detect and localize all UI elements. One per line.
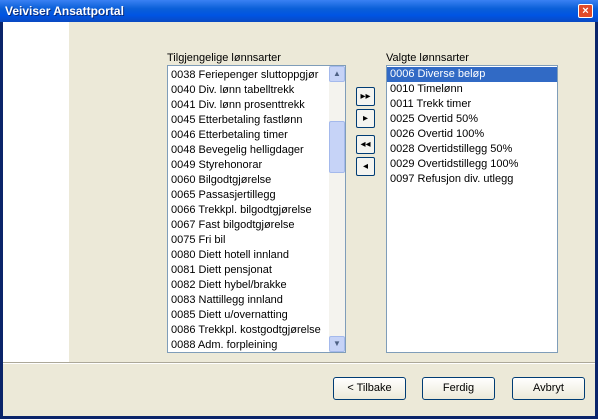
available-list-item[interactable]: 0085 Diett u/overnatting bbox=[168, 308, 345, 323]
available-list-item[interactable]: 0046 Etterbetaling timer bbox=[168, 128, 345, 143]
selected-list-item[interactable]: 0028 Overtidstillegg 50% bbox=[387, 142, 557, 157]
back-button[interactable]: < Tilbake bbox=[333, 377, 406, 400]
scroll-up-arrow-icon[interactable]: ▲ bbox=[329, 66, 345, 82]
available-list-label: Tilgjengelige lønnsarter bbox=[167, 52, 281, 64]
available-list-item[interactable]: 0066 Trekkpl. bilgodtgjørelse bbox=[168, 203, 345, 218]
available-list-item[interactable]: 0065 Passasjertillegg bbox=[168, 188, 345, 203]
title-bar[interactable]: Veiviser Ansattportal × bbox=[0, 0, 598, 22]
finish-button[interactable]: Ferdig bbox=[422, 377, 495, 400]
available-list-item[interactable]: 0083 Nattillegg innland bbox=[168, 293, 345, 308]
available-list-item[interactable]: 0075 Fri bil bbox=[168, 233, 345, 248]
window-title: Veiviser Ansattportal bbox=[5, 4, 124, 18]
add-button[interactable]: ▸ bbox=[356, 109, 375, 128]
available-list-scrollbar[interactable]: ▲ ▼ bbox=[329, 66, 345, 352]
add-all-button[interactable]: ▸▸ bbox=[356, 87, 375, 106]
selected-list-item[interactable]: 0010 Timelønn bbox=[387, 82, 557, 97]
selected-list-item[interactable]: 0029 Overtidstillegg 100% bbox=[387, 157, 557, 172]
available-list-item[interactable]: 0048 Bevegelig helligdager bbox=[168, 143, 345, 158]
available-list-item[interactable]: 0041 Div. lønn prosenttrekk bbox=[168, 98, 345, 113]
selected-list-item[interactable]: 0006 Diverse beløp bbox=[387, 67, 557, 82]
available-list-item[interactable]: 0082 Diett hybel/brakke bbox=[168, 278, 345, 293]
wizard-main-panel: Tilgjengelige lønnsarter 0038 Feriepenge… bbox=[69, 22, 595, 362]
remove-all-button[interactable]: ◂◂ bbox=[356, 135, 375, 154]
footer-divider bbox=[3, 362, 595, 364]
remove-button[interactable]: ◂ bbox=[356, 157, 375, 176]
scroll-thumb[interactable] bbox=[329, 121, 345, 173]
available-list-item[interactable]: 0038 Feriepenger sluttoppgjør bbox=[168, 68, 345, 83]
available-list-item[interactable]: 0049 Styrehonorar bbox=[168, 158, 345, 173]
available-list-item[interactable]: 0081 Diett pensjonat bbox=[168, 263, 345, 278]
available-list[interactable]: 0038 Feriepenger sluttoppgjør 0040 Div. l… bbox=[167, 65, 346, 353]
wizard-window: Veiviser Ansattportal × Tilgjengelige lø… bbox=[0, 0, 598, 419]
available-list-item[interactable]: 0088 Adm. forpleining bbox=[168, 338, 345, 352]
available-list-item[interactable]: 0080 Diett hotell innland bbox=[168, 248, 345, 263]
cancel-button[interactable]: Avbryt bbox=[512, 377, 585, 400]
selected-list-item[interactable]: 0097 Refusjon div. utlegg bbox=[387, 172, 557, 187]
wizard-side-panel bbox=[3, 22, 69, 362]
selected-list-item[interactable]: 0025 Overtid 50% bbox=[387, 112, 557, 127]
selected-list-label: Valgte lønnsarter bbox=[386, 52, 469, 64]
available-list-item[interactable]: 0086 Trekkpl. kostgodtgjørelse bbox=[168, 323, 345, 338]
available-list-item[interactable]: 0060 Bilgodtgjørelse bbox=[168, 173, 345, 188]
available-list-item[interactable]: 0045 Etterbetaling fastlønn bbox=[168, 113, 345, 128]
selected-list-item[interactable]: 0011 Trekk timer bbox=[387, 97, 557, 112]
selected-list-item[interactable]: 0026 Overtid 100% bbox=[387, 127, 557, 142]
available-list-item[interactable]: 0067 Fast bilgodtgjørelse bbox=[168, 218, 345, 233]
scroll-down-arrow-icon[interactable]: ▼ bbox=[329, 336, 345, 352]
close-button[interactable]: × bbox=[578, 4, 593, 18]
selected-list[interactable]: 0006 Diverse beløp 0010 Timelønn 0011 Trek… bbox=[386, 65, 558, 353]
available-list-item[interactable]: 0040 Div. lønn tabelltrekk bbox=[168, 83, 345, 98]
dialog-client-area: Tilgjengelige lønnsarter 0038 Feriepenge… bbox=[3, 22, 595, 416]
